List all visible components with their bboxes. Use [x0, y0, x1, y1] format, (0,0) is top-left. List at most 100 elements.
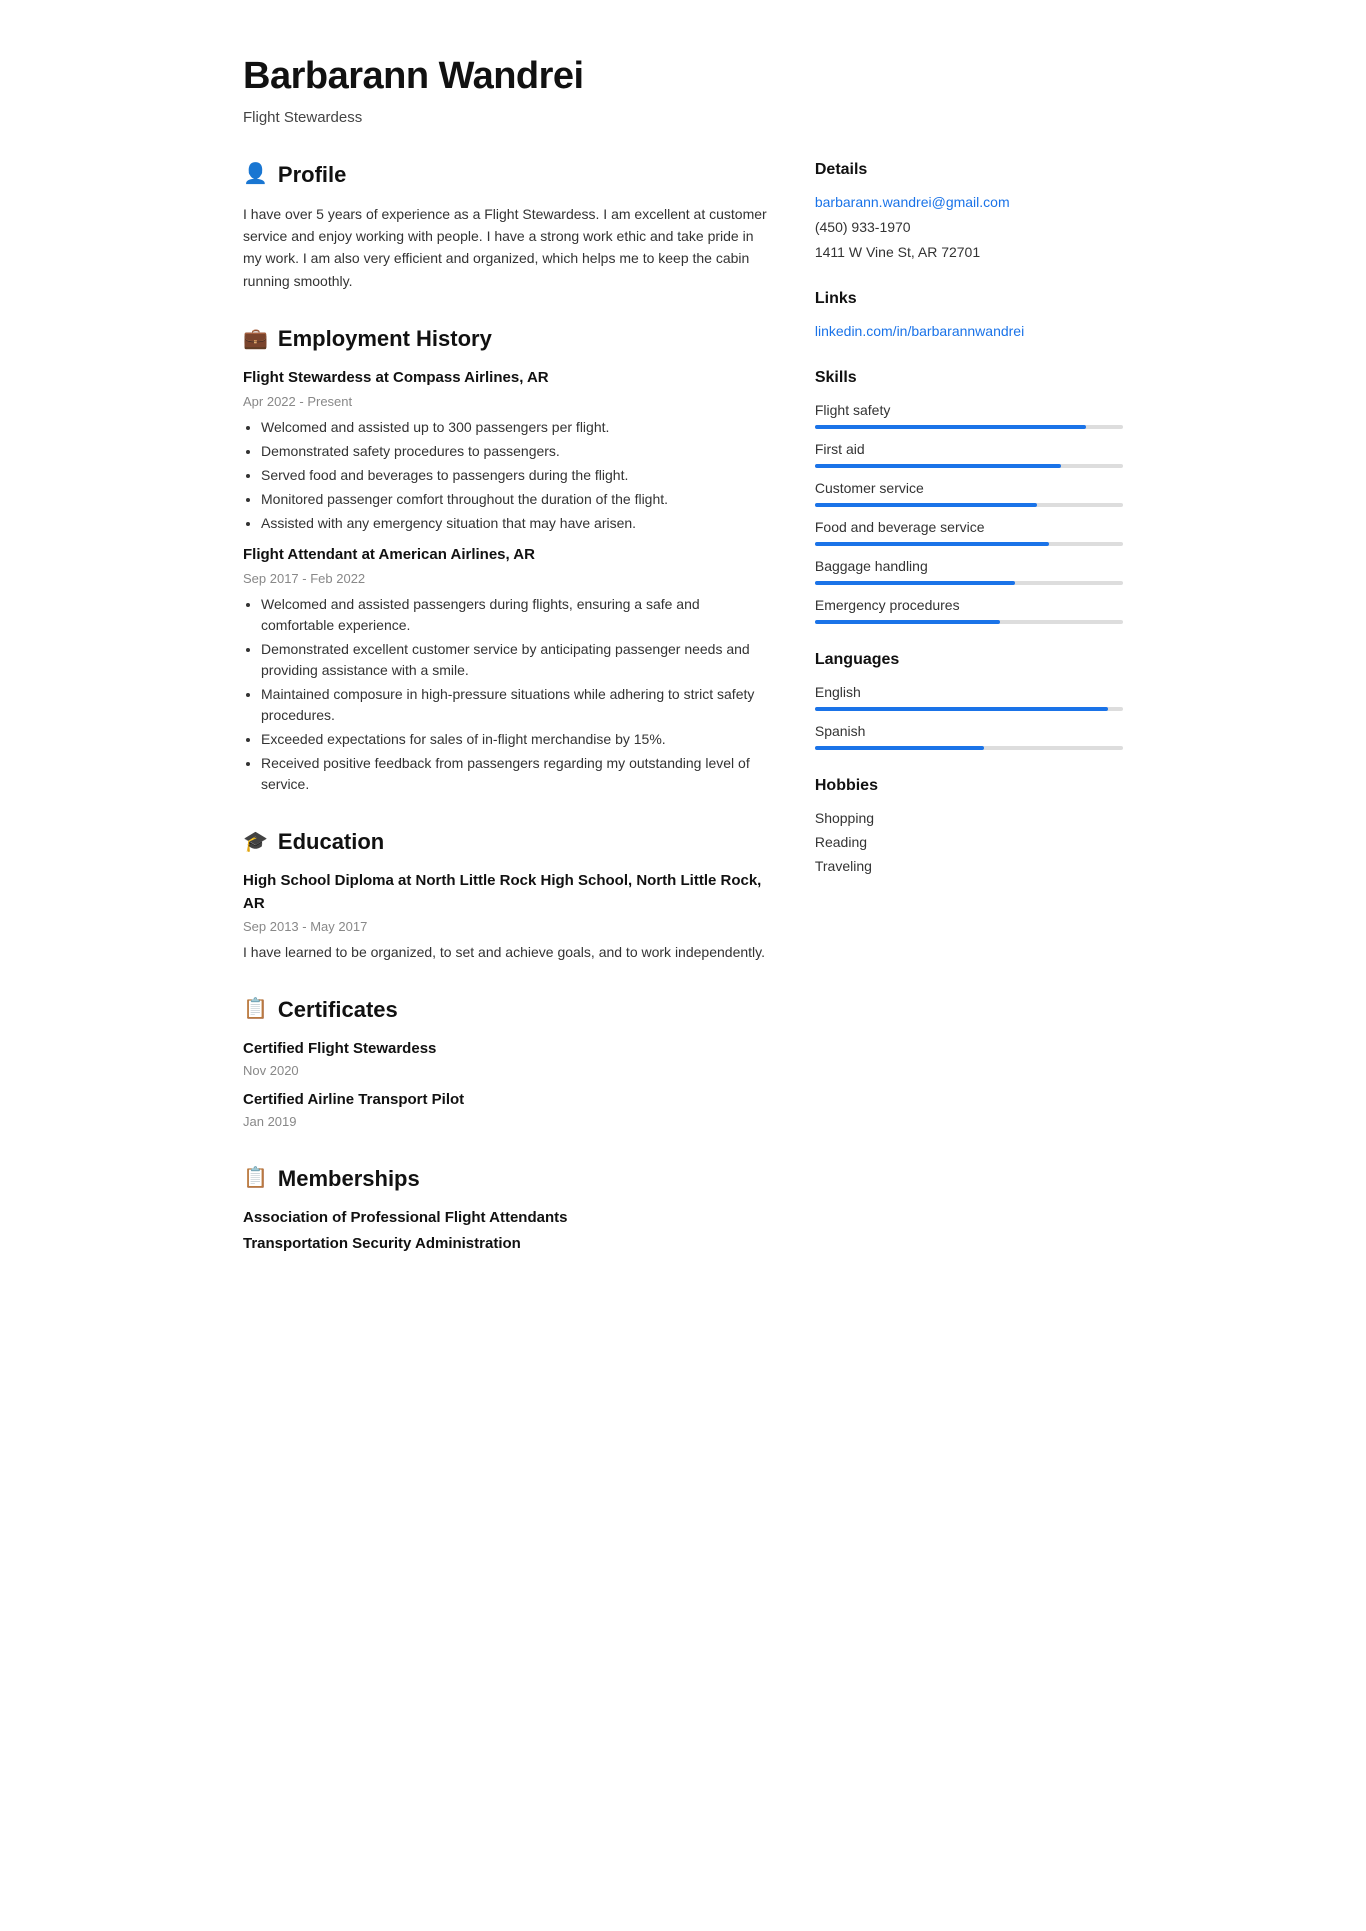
memberships-icon: 📋 — [243, 1163, 268, 1193]
resume-page: Barbarann Wandrei Flight Stewardess 👤 Pr… — [203, 0, 1163, 1346]
lang-spanish: Spanish — [815, 721, 1123, 750]
certificates-section: 📋 Certificates Certified Flight Stewarde… — [243, 993, 767, 1132]
certificates-title: 📋 Certificates — [243, 993, 767, 1026]
job-2-title: Flight Attendant at American Airlines, A… — [243, 544, 767, 567]
list-item: Monitored passenger comfort throughout t… — [261, 489, 767, 510]
lang-english-label: English — [815, 682, 1123, 703]
lang-english: English — [815, 682, 1123, 711]
job-2-bullets: Welcomed and assisted passengers during … — [261, 594, 767, 795]
lang-spanish-bar-bg — [815, 746, 1123, 750]
list-item: Demonstrated safety procedures to passen… — [261, 441, 767, 462]
job-1-title: Flight Stewardess at Compass Airlines, A… — [243, 367, 767, 390]
membership-2: Transportation Security Administration — [243, 1233, 767, 1256]
cert-2-date: Jan 2019 — [243, 1112, 767, 1132]
memberships-section: 📋 Memberships Association of Professiona… — [243, 1162, 767, 1256]
profile-section: 👤 Profile I have over 5 years of experie… — [243, 158, 767, 293]
skill-first-aid-label: First aid — [815, 439, 1123, 460]
list-item: Welcomed and assisted passengers during … — [261, 594, 767, 636]
header: Barbarann Wandrei Flight Stewardess — [243, 48, 1123, 130]
cert-2-name: Certified Airline Transport Pilot — [243, 1089, 767, 1112]
skill-baggage-handling-bar-bg — [815, 581, 1123, 585]
left-column: 👤 Profile I have over 5 years of experie… — [243, 158, 767, 1286]
skill-food-beverage-label: Food and beverage service — [815, 517, 1123, 538]
details-title: Details — [815, 158, 1123, 182]
memberships-title: 📋 Memberships — [243, 1162, 767, 1195]
education-section: 🎓 Education High School Diploma at North… — [243, 825, 767, 963]
skill-baggage-handling-bar-fill — [815, 581, 1015, 585]
list-item: Maintained composure in high-pressure si… — [261, 684, 767, 726]
employment-section: 💼 Employment History Flight Stewardess a… — [243, 322, 767, 795]
employment-icon: 💼 — [243, 324, 268, 354]
job-1: Flight Stewardess at Compass Airlines, A… — [243, 367, 767, 534]
employment-title: 💼 Employment History — [243, 322, 767, 355]
profile-title: 👤 Profile — [243, 158, 767, 191]
skill-customer-service: Customer service — [815, 478, 1123, 507]
list-item: Served food and beverages to passengers … — [261, 465, 767, 486]
cert-1-date: Nov 2020 — [243, 1061, 767, 1081]
job-1-date: Apr 2022 - Present — [243, 392, 767, 412]
skill-emergency-procedures: Emergency procedures — [815, 595, 1123, 624]
profile-text: I have over 5 years of experience as a F… — [243, 203, 767, 293]
cert-2: Certified Airline Transport Pilot Jan 20… — [243, 1089, 767, 1132]
skill-flight-safety-label: Flight safety — [815, 400, 1123, 421]
lang-english-bar-bg — [815, 707, 1123, 711]
edu-1: High School Diploma at North Little Rock… — [243, 870, 767, 963]
job-1-bullets: Welcomed and assisted up to 300 passenge… — [261, 417, 767, 534]
skill-emergency-procedures-bar-bg — [815, 620, 1123, 624]
hobbies-title: Hobbies — [815, 774, 1123, 798]
lang-spanish-bar-fill — [815, 746, 984, 750]
certificates-icon: 📋 — [243, 994, 268, 1024]
skill-flight-safety-bar-bg — [815, 425, 1123, 429]
list-item: Welcomed and assisted up to 300 passenge… — [261, 417, 767, 438]
education-title: 🎓 Education — [243, 825, 767, 858]
hobby-3: Traveling — [815, 856, 1123, 877]
lang-spanish-label: Spanish — [815, 721, 1123, 742]
details-email[interactable]: barbarann.wandrei@gmail.com — [815, 192, 1123, 213]
candidate-title: Flight Stewardess — [243, 107, 1123, 130]
skill-first-aid-bar-bg — [815, 464, 1123, 468]
lang-english-bar-fill — [815, 707, 1108, 711]
linkedin-link[interactable]: linkedin.com/in/barbarannwandrei — [815, 321, 1123, 342]
main-layout: 👤 Profile I have over 5 years of experie… — [243, 158, 1123, 1286]
edu-1-date: Sep 2013 - May 2017 — [243, 917, 767, 937]
edu-1-title: High School Diploma at North Little Rock… — [243, 870, 767, 915]
skills-title: Skills — [815, 366, 1123, 390]
list-item: Assisted with any emergency situation th… — [261, 513, 767, 534]
skills-section: Skills Flight safety First aid Customer … — [815, 366, 1123, 624]
right-column: Details barbarann.wandrei@gmail.com (450… — [815, 158, 1123, 1286]
skill-food-beverage-bar-fill — [815, 542, 1049, 546]
job-2: Flight Attendant at American Airlines, A… — [243, 544, 767, 795]
skill-flight-safety-bar-fill — [815, 425, 1086, 429]
skill-first-aid: First aid — [815, 439, 1123, 468]
cert-1-name: Certified Flight Stewardess — [243, 1038, 767, 1061]
details-phone: (450) 933-1970 — [815, 217, 1123, 238]
hobby-1: Shopping — [815, 808, 1123, 829]
details-address: 1411 W Vine St, AR 72701 — [815, 242, 1123, 263]
education-icon: 🎓 — [243, 827, 268, 857]
candidate-name: Barbarann Wandrei — [243, 48, 1123, 105]
hobbies-section: Hobbies Shopping Reading Traveling — [815, 774, 1123, 877]
skill-baggage-handling-label: Baggage handling — [815, 556, 1123, 577]
skill-first-aid-bar-fill — [815, 464, 1062, 468]
skill-emergency-procedures-bar-fill — [815, 620, 1000, 624]
skill-customer-service-bar-bg — [815, 503, 1123, 507]
skill-food-beverage-bar-bg — [815, 542, 1123, 546]
list-item: Demonstrated excellent customer service … — [261, 639, 767, 681]
skill-food-beverage: Food and beverage service — [815, 517, 1123, 546]
skill-flight-safety: Flight safety — [815, 400, 1123, 429]
links-section: Links linkedin.com/in/barbarannwandrei — [815, 287, 1123, 342]
skill-baggage-handling: Baggage handling — [815, 556, 1123, 585]
details-section: Details barbarann.wandrei@gmail.com (450… — [815, 158, 1123, 263]
languages-title: Languages — [815, 648, 1123, 672]
list-item: Exceeded expectations for sales of in-fl… — [261, 729, 767, 750]
languages-section: Languages English Spanish — [815, 648, 1123, 750]
hobby-2: Reading — [815, 832, 1123, 853]
list-item: Received positive feedback from passenge… — [261, 753, 767, 795]
edu-1-text: I have learned to be organized, to set a… — [243, 942, 767, 963]
skill-customer-service-bar-fill — [815, 503, 1037, 507]
job-2-date: Sep 2017 - Feb 2022 — [243, 569, 767, 589]
profile-icon: 👤 — [243, 159, 268, 189]
skill-customer-service-label: Customer service — [815, 478, 1123, 499]
cert-1: Certified Flight Stewardess Nov 2020 — [243, 1038, 767, 1081]
links-title: Links — [815, 287, 1123, 311]
